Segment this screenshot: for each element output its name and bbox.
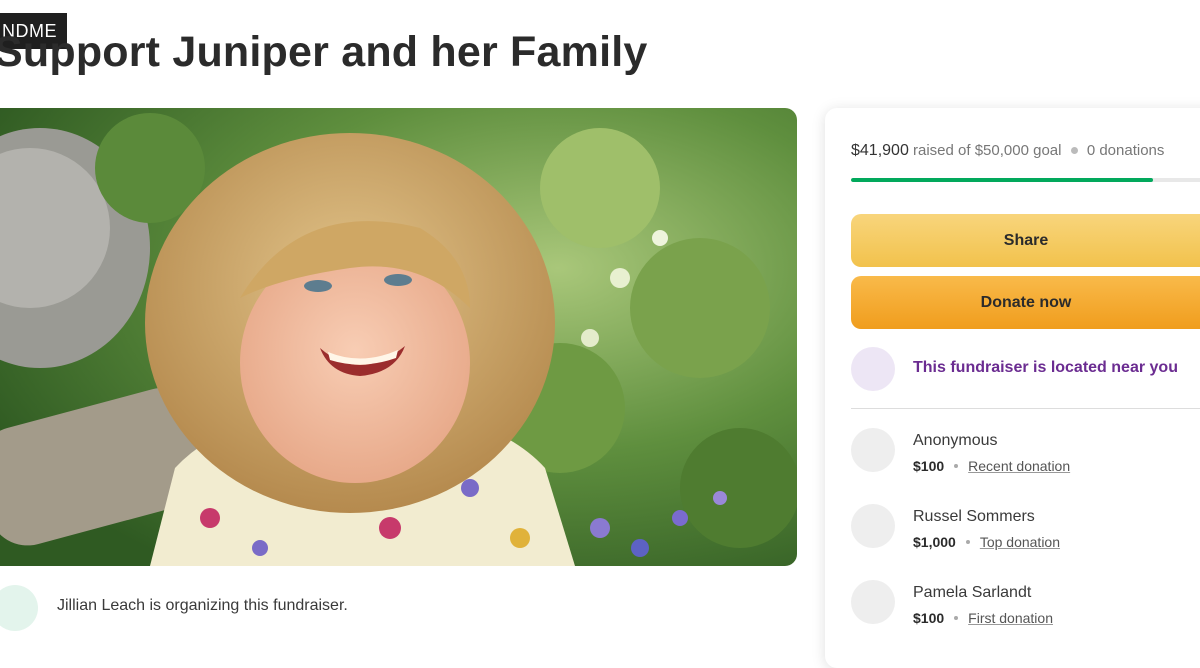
share-button[interactable]: Share bbox=[851, 214, 1200, 267]
hero-photo bbox=[0, 108, 797, 566]
donation-item: Pamela Sarlandt $100 First donation bbox=[851, 580, 1200, 630]
donor-name: Anonymous bbox=[913, 432, 998, 449]
donation-item: Anonymous $100 Recent donation bbox=[851, 428, 1200, 478]
donor-avatar bbox=[851, 428, 895, 472]
organizer-text: Jillian Leach is organizing this fundrai… bbox=[57, 597, 348, 614]
donor-avatar bbox=[851, 504, 895, 548]
donation-tag-link[interactable]: Top donation bbox=[980, 534, 1060, 550]
child-photo-image bbox=[0, 108, 797, 566]
donor-name: Pamela Sarlandt bbox=[913, 584, 1032, 601]
donation-tag-link[interactable]: First donation bbox=[968, 610, 1053, 626]
donation-count: 0 donations bbox=[1086, 142, 1165, 159]
donor-avatar bbox=[851, 580, 895, 624]
organizer-avatar bbox=[0, 585, 38, 631]
location-notice: This fundraiser is located near you bbox=[851, 346, 1200, 392]
amount-raised: $41,900 bbox=[851, 142, 909, 159]
share-button-label: Share bbox=[1003, 232, 1049, 249]
organizer-row: Jillian Leach is organizing this fundrai… bbox=[0, 583, 800, 631]
donation-meta: $100 Recent donation bbox=[913, 458, 1070, 474]
progress-bar-fill bbox=[851, 178, 1153, 182]
goal-text: raised of $50,000 goal bbox=[913, 142, 1062, 159]
separator-dot bbox=[1070, 146, 1078, 154]
progress-summary: $41,900 raised of $50,000 goal 0 donatio… bbox=[851, 142, 1164, 160]
donor-name: Russel Sommers bbox=[913, 508, 1035, 525]
donate-button-label: Donate now bbox=[980, 294, 1072, 311]
progress-bar bbox=[851, 178, 1200, 182]
donation-item: Russel Sommers $1,000 Top donation bbox=[851, 504, 1200, 554]
donation-card: $41,900 raised of $50,000 goal 0 donatio… bbox=[825, 108, 1200, 668]
donation-amount: $1,000 bbox=[913, 534, 956, 550]
location-pin-icon bbox=[851, 347, 895, 391]
donation-amount: $100 bbox=[913, 458, 945, 474]
page-title: Support Juniper and her Family bbox=[0, 28, 648, 76]
separator-dot bbox=[954, 463, 959, 468]
separator-dot bbox=[965, 539, 970, 544]
donation-meta: $1,000 Top donation bbox=[913, 534, 1060, 550]
separator-dot bbox=[954, 615, 959, 620]
donate-now-button[interactable]: Donate now bbox=[851, 276, 1200, 329]
donation-tag-link[interactable]: Recent donation bbox=[968, 458, 1070, 474]
donation-meta: $100 First donation bbox=[913, 610, 1053, 626]
divider bbox=[851, 408, 1200, 409]
location-text: This fundraiser is located near you bbox=[913, 359, 1178, 376]
donation-amount: $100 bbox=[913, 610, 945, 626]
